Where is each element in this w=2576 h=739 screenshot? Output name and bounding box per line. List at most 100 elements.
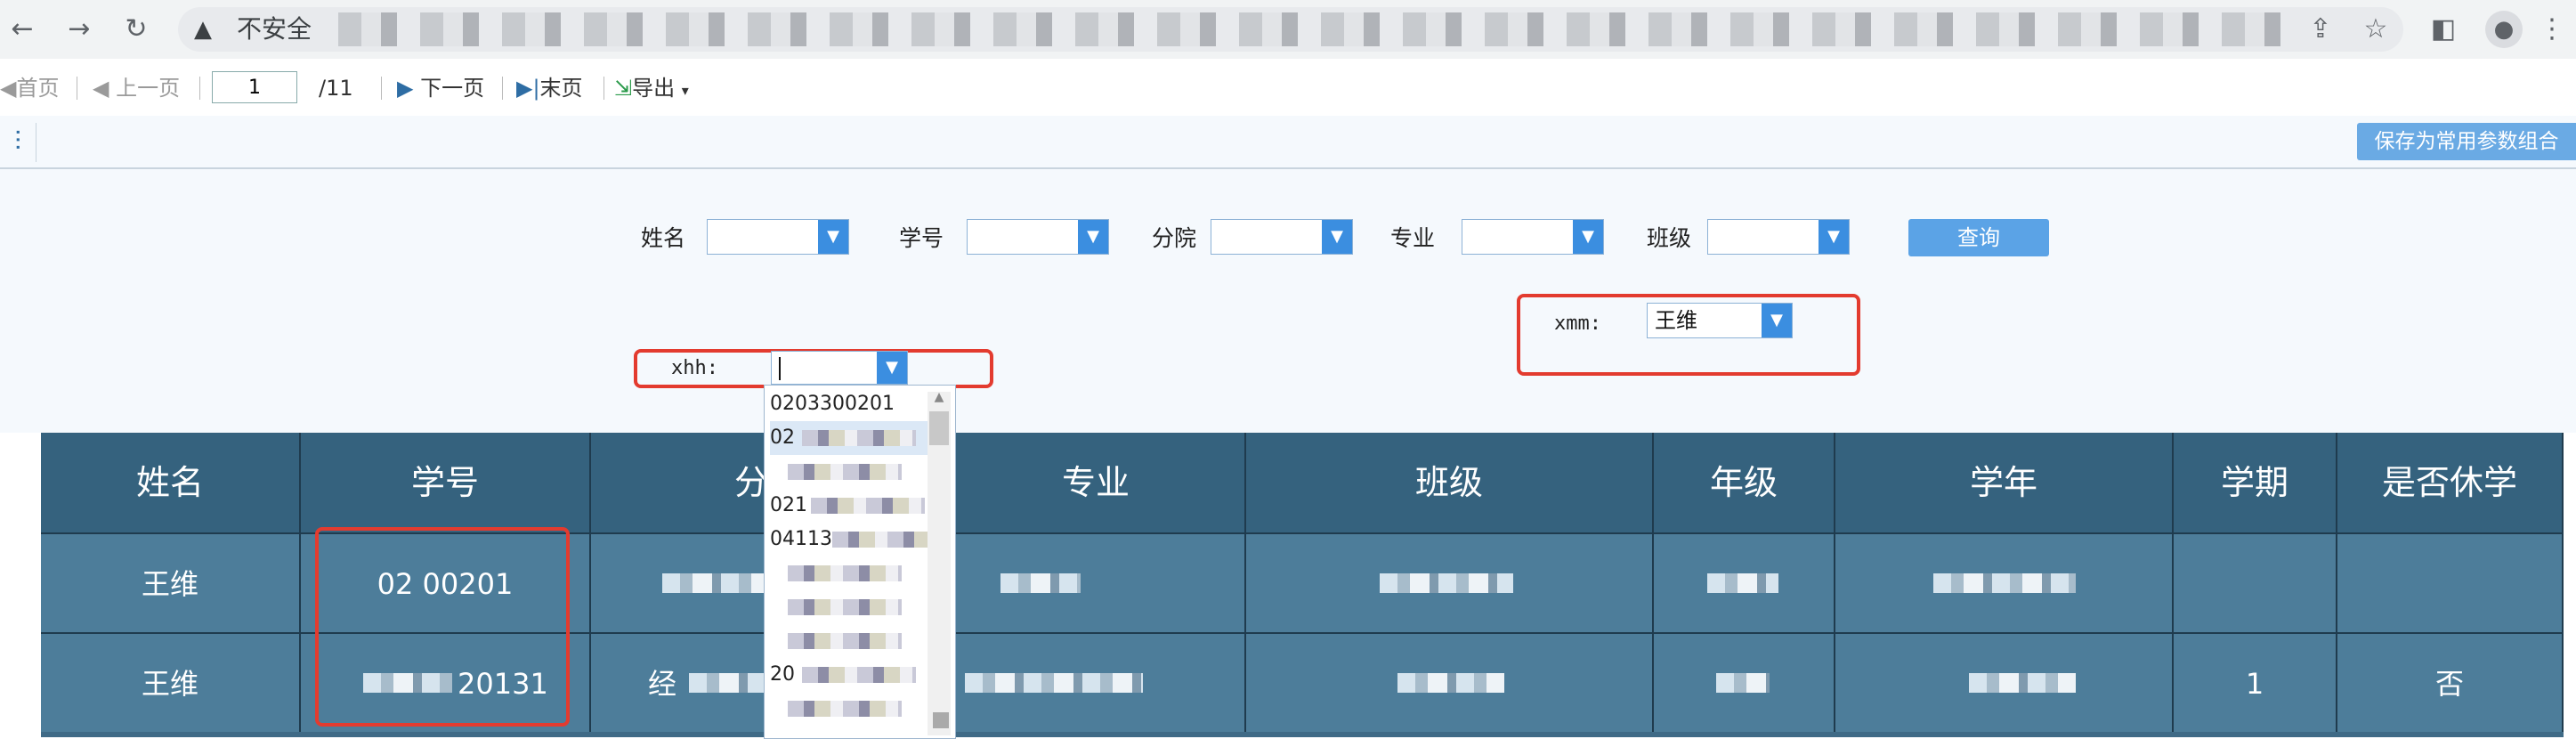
dropdown-option[interactable] — [770, 624, 930, 658]
field-label-major: 专业 — [1390, 225, 1436, 251]
cell-year — [1835, 632, 2174, 732]
xmm-select-value: 王维 — [1655, 308, 1697, 333]
redacted-text — [802, 667, 916, 683]
xhh-select-value[interactable] — [779, 357, 781, 380]
page-total: /11 — [319, 76, 353, 101]
name-select[interactable]: ▼ — [707, 219, 849, 255]
dropdown-option[interactable] — [770, 590, 930, 624]
xmm-select[interactable]: 王维 ▼ — [1647, 303, 1793, 338]
redacted-text — [1933, 573, 2076, 593]
chevron-down-icon[interactable]: ▼ — [1573, 220, 1603, 254]
field-label-name: 姓名 — [641, 225, 686, 251]
cell-major — [947, 532, 1246, 632]
redacted-text — [802, 430, 916, 446]
export-icon: ⇲ — [614, 76, 633, 101]
field-label-class: 班级 — [1647, 225, 1692, 251]
header-grade: 年级 — [1654, 433, 1835, 532]
dropdown-scroll-thumb[interactable] — [929, 411, 949, 445]
field-label-student-id: 学号 — [899, 225, 944, 251]
scroll-up-icon[interactable]: ▲ — [929, 390, 949, 408]
redacted-text — [788, 701, 902, 717]
dropdown-option-text: 20 — [770, 663, 795, 686]
dropdown-option[interactable]: 04113 — [770, 523, 930, 556]
back-arrow-icon[interactable]: ← — [5, 12, 39, 46]
page-number-input[interactable] — [212, 71, 297, 103]
toolbar-divider — [199, 77, 200, 100]
next-page-button[interactable]: ▶ 下一页 — [397, 73, 484, 103]
security-label[interactable]: 不安全 — [237, 12, 312, 46]
dropdown-option[interactable]: 02 — [770, 421, 930, 455]
header-major: 专业 — [947, 433, 1246, 532]
redacted-text — [1397, 673, 1504, 693]
forward-arrow-icon[interactable]: → — [62, 12, 96, 46]
chevron-down-icon: ▾ — [681, 82, 689, 99]
redacted-text — [832, 532, 930, 548]
query-button[interactable]: 查询 — [1908, 219, 2049, 256]
chevron-down-icon[interactable]: ▼ — [877, 352, 907, 384]
cell-class — [1246, 632, 1654, 732]
redacted-text — [1380, 573, 1513, 593]
dropdown-option[interactable]: 021 — [770, 489, 930, 523]
redacted-text — [788, 633, 902, 649]
scroll-down-handle[interactable] — [933, 712, 949, 728]
chevron-down-icon[interactable]: ▼ — [1762, 304, 1792, 337]
last-page-label: 末页 — [539, 76, 583, 101]
star-icon[interactable]: ☆ — [2359, 12, 2393, 46]
first-page-button[interactable]: ◀首页 — [0, 73, 59, 103]
url-text-redacted[interactable] — [338, 12, 2297, 46]
redacted-text — [1707, 573, 1778, 593]
redacted-text — [788, 464, 902, 480]
cell-suspended — [2337, 532, 2564, 632]
parameter-panel-header — [0, 116, 2576, 169]
chevron-down-icon[interactable]: ▼ — [1322, 220, 1352, 254]
reload-icon[interactable]: ↻ — [119, 12, 153, 46]
header-suspended: 是否休学 — [2337, 433, 2564, 532]
college-select[interactable]: ▼ — [1211, 219, 1353, 255]
header-name: 姓名 — [41, 433, 301, 532]
cell-name: 王维 — [41, 532, 301, 632]
redacted-text — [1716, 673, 1770, 693]
toolbar-divider — [603, 77, 604, 100]
header-student-id: 学号 — [301, 433, 591, 532]
xhh-label: xhh: — [671, 357, 718, 379]
college-prefix: 经 — [648, 667, 677, 701]
side-panel-icon[interactable]: ◧ — [2426, 12, 2460, 46]
redacted-text — [1969, 673, 2076, 693]
field-label-college: 分院 — [1152, 225, 1197, 251]
warning-triangle-icon[interactable]: ▲ — [194, 12, 212, 46]
redacted-text — [811, 498, 925, 514]
last-page-icon: ▶| — [516, 76, 540, 101]
chevron-down-icon[interactable]: ▼ — [1819, 220, 1849, 254]
redacted-text — [965, 673, 1143, 693]
last-page-button[interactable]: ▶|末页 — [516, 73, 583, 103]
dropdown-option[interactable] — [770, 556, 930, 590]
chevron-down-icon[interactable]: ▼ — [1078, 220, 1108, 254]
dropdown-option[interactable]: 20 — [770, 658, 930, 692]
xmm-label: xmm: — [1554, 313, 1601, 335]
share-icon[interactable]: ⇪ — [2304, 12, 2337, 46]
toolbar-divider — [381, 77, 382, 100]
cell-name: 王维 — [41, 632, 301, 732]
class-select[interactable]: ▼ — [1707, 219, 1850, 255]
dropdown-option-text: 04113 — [770, 528, 832, 550]
header-class: 班级 — [1246, 433, 1654, 532]
xhh-select[interactable]: ▼ — [771, 351, 908, 385]
prev-page-button[interactable]: ◀ 上一页 — [93, 73, 180, 103]
export-button[interactable]: ⇲导出 ▾ — [614, 73, 689, 106]
dropdown-option-text: 02 — [770, 426, 795, 449]
dropdown-option[interactable] — [770, 455, 930, 489]
more-icon[interactable]: ⋮ — [2539, 12, 2565, 46]
sliders-icon[interactable]: ⫶ — [0, 123, 36, 162]
toolbar-divider — [502, 77, 503, 100]
chevron-down-icon[interactable]: ▼ — [818, 220, 848, 254]
profile-icon[interactable]: ● — [2485, 11, 2523, 48]
cell-major — [947, 632, 1246, 732]
first-page-label: 首页 — [16, 76, 60, 101]
redacted-text — [788, 565, 902, 581]
save-param-combo-button[interactable]: 保存为常用参数组合 — [2357, 123, 2576, 160]
major-select[interactable]: ▼ — [1462, 219, 1604, 255]
dropdown-option[interactable] — [770, 692, 930, 726]
student-id-select[interactable]: ▼ — [967, 219, 1109, 255]
dropdown-option-text: 021 — [770, 494, 807, 516]
dropdown-option[interactable]: 0203300201 — [770, 387, 930, 421]
